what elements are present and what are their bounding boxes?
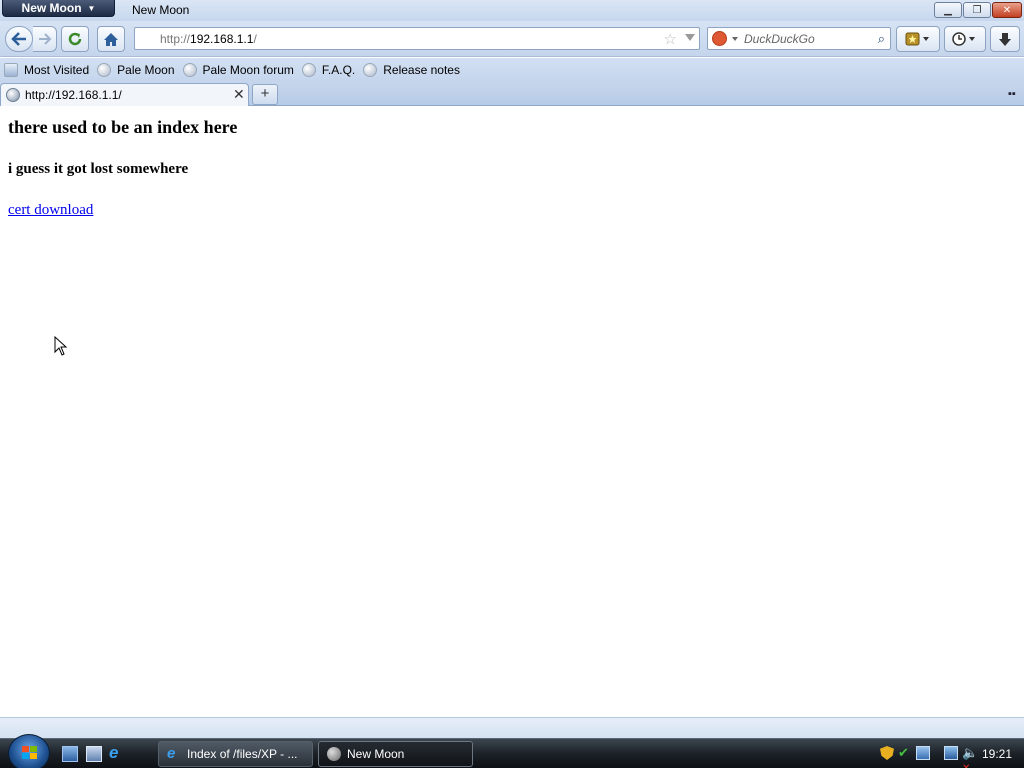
- chevron-down-icon: ▼: [87, 3, 96, 13]
- mouse-cursor-icon: [54, 336, 68, 356]
- url-bar[interactable]: http://192.168.1.1/ ☆: [134, 27, 700, 50]
- url-text: http://192.168.1.1/: [160, 32, 257, 46]
- back-arrow-icon: [11, 32, 26, 46]
- most-visited-icon: [4, 63, 18, 77]
- clock-icon: [952, 32, 975, 46]
- network-icon[interactable]: [944, 746, 958, 760]
- search-icon[interactable]: ⌕: [878, 31, 885, 47]
- taskbar-item-index-files[interactable]: e Index of /files/XP - ...: [158, 741, 313, 767]
- reload-button[interactable]: [61, 26, 89, 52]
- history-button[interactable]: [944, 26, 986, 52]
- bookmark-label: Most Visited: [24, 63, 90, 77]
- search-input[interactable]: [744, 31, 864, 47]
- internet-explorer-icon[interactable]: e: [109, 744, 127, 762]
- url-prefix: http://: [160, 31, 191, 46]
- title-bar: New Moon ▼ New Moon ▁ ❐ ✕: [0, 0, 1024, 21]
- forward-button[interactable]: [33, 26, 57, 52]
- globe-icon: [363, 63, 378, 77]
- bookmark-star-icon[interactable]: ☆: [664, 30, 677, 48]
- bookmark-label: Pale Moon forum: [202, 63, 294, 77]
- switch-windows-icon[interactable]: [86, 746, 102, 762]
- app-menu-label: New Moon: [21, 1, 82, 15]
- home-button[interactable]: [97, 26, 125, 52]
- plus-icon: +: [260, 85, 270, 102]
- page-content: there used to be an index here i guess i…: [0, 107, 1024, 717]
- bookmarks-star-icon: [905, 32, 929, 46]
- taskbar-item-label: New Moon: [347, 747, 405, 761]
- check-icon[interactable]: ✔: [898, 746, 912, 760]
- restore-icon: ❐: [972, 4, 982, 16]
- security-center-icon[interactable]: [916, 746, 930, 760]
- globe-icon: [301, 63, 316, 77]
- close-window-button[interactable]: ✕: [992, 2, 1022, 18]
- url-suffix: /: [253, 31, 257, 46]
- window-title: New Moon: [132, 3, 190, 17]
- navigation-toolbar: http://192.168.1.1/ ☆ ⌕: [0, 21, 1024, 57]
- downloads-button[interactable]: [990, 26, 1020, 52]
- url-host: 192.168.1.1: [190, 31, 254, 46]
- bookmark-release-notes[interactable]: Release notes: [363, 63, 460, 77]
- status-bar: [0, 717, 1024, 738]
- cert-download-link[interactable]: cert download: [8, 202, 93, 219]
- app-menu-button[interactable]: New Moon ▼: [2, 0, 115, 17]
- bookmarks-menu-button[interactable]: [896, 26, 940, 52]
- show-desktop-icon[interactable]: [62, 746, 78, 762]
- taskbar: e e Index of /files/XP - ... New Moon ✔ …: [0, 734, 1024, 768]
- internet-explorer-icon: e: [167, 745, 176, 762]
- bookmark-label: F.A.Q.: [321, 63, 356, 77]
- volume-muted-icon[interactable]: 🔈✕: [962, 746, 978, 768]
- back-button[interactable]: [5, 26, 33, 52]
- page-subheading: i guess it got lost somewhere: [8, 161, 189, 177]
- restore-button[interactable]: ❐: [963, 2, 991, 18]
- minimize-icon: ▁: [944, 4, 952, 16]
- taskbar-item-label: Index of /files/XP - ...: [187, 747, 298, 761]
- new-moon-icon: [327, 747, 341, 761]
- tab-active[interactable]: http://192.168.1.1/ ✕: [0, 83, 249, 106]
- system-tray: ✔ 🔈✕ 19:21: [876, 739, 1024, 768]
- bookmark-faq[interactable]: F.A.Q.: [301, 63, 356, 77]
- close-icon[interactable]: ✕: [233, 86, 245, 103]
- start-button[interactable]: [8, 734, 50, 768]
- windows-logo-icon: [22, 746, 37, 759]
- close-icon: ✕: [1002, 4, 1012, 16]
- search-engine-dropdown-icon[interactable]: [732, 37, 738, 41]
- tab-strip: http://192.168.1.1/ ✕ + ▪▪: [0, 82, 1024, 106]
- globe-icon: [6, 88, 20, 102]
- new-tab-button[interactable]: +: [252, 84, 278, 105]
- tab-list-icon[interactable]: ▪▪: [1008, 88, 1016, 100]
- home-icon: [104, 32, 118, 46]
- bookmark-label: Release notes: [383, 63, 460, 77]
- security-shield-icon[interactable]: [880, 746, 894, 760]
- bookmarks-toolbar: Most Visited Pale Moon Pale Moon forum F…: [0, 58, 1024, 82]
- globe-icon: [97, 63, 112, 77]
- globe-icon: [182, 63, 197, 77]
- duckduckgo-icon[interactable]: [712, 31, 727, 46]
- download-arrow-icon: [999, 32, 1011, 46]
- bookmark-label: Pale Moon: [117, 63, 175, 77]
- clock[interactable]: 19:21: [982, 747, 1012, 761]
- reload-icon: [68, 32, 82, 46]
- url-dropdown-icon[interactable]: [685, 34, 695, 41]
- minimize-button[interactable]: ▁: [934, 2, 962, 18]
- taskbar-item-new-moon[interactable]: New Moon: [318, 741, 473, 767]
- page-heading: there used to be an index here: [8, 117, 238, 137]
- bookmark-most-visited[interactable]: Most Visited: [4, 63, 89, 77]
- bookmark-pale-moon[interactable]: Pale Moon: [97, 63, 175, 77]
- bookmark-pale-moon-forum[interactable]: Pale Moon forum: [182, 63, 294, 77]
- tab-label: http://192.168.1.1/: [25, 88, 122, 102]
- forward-arrow-icon: [38, 33, 51, 45]
- search-bar: ⌕: [707, 27, 891, 50]
